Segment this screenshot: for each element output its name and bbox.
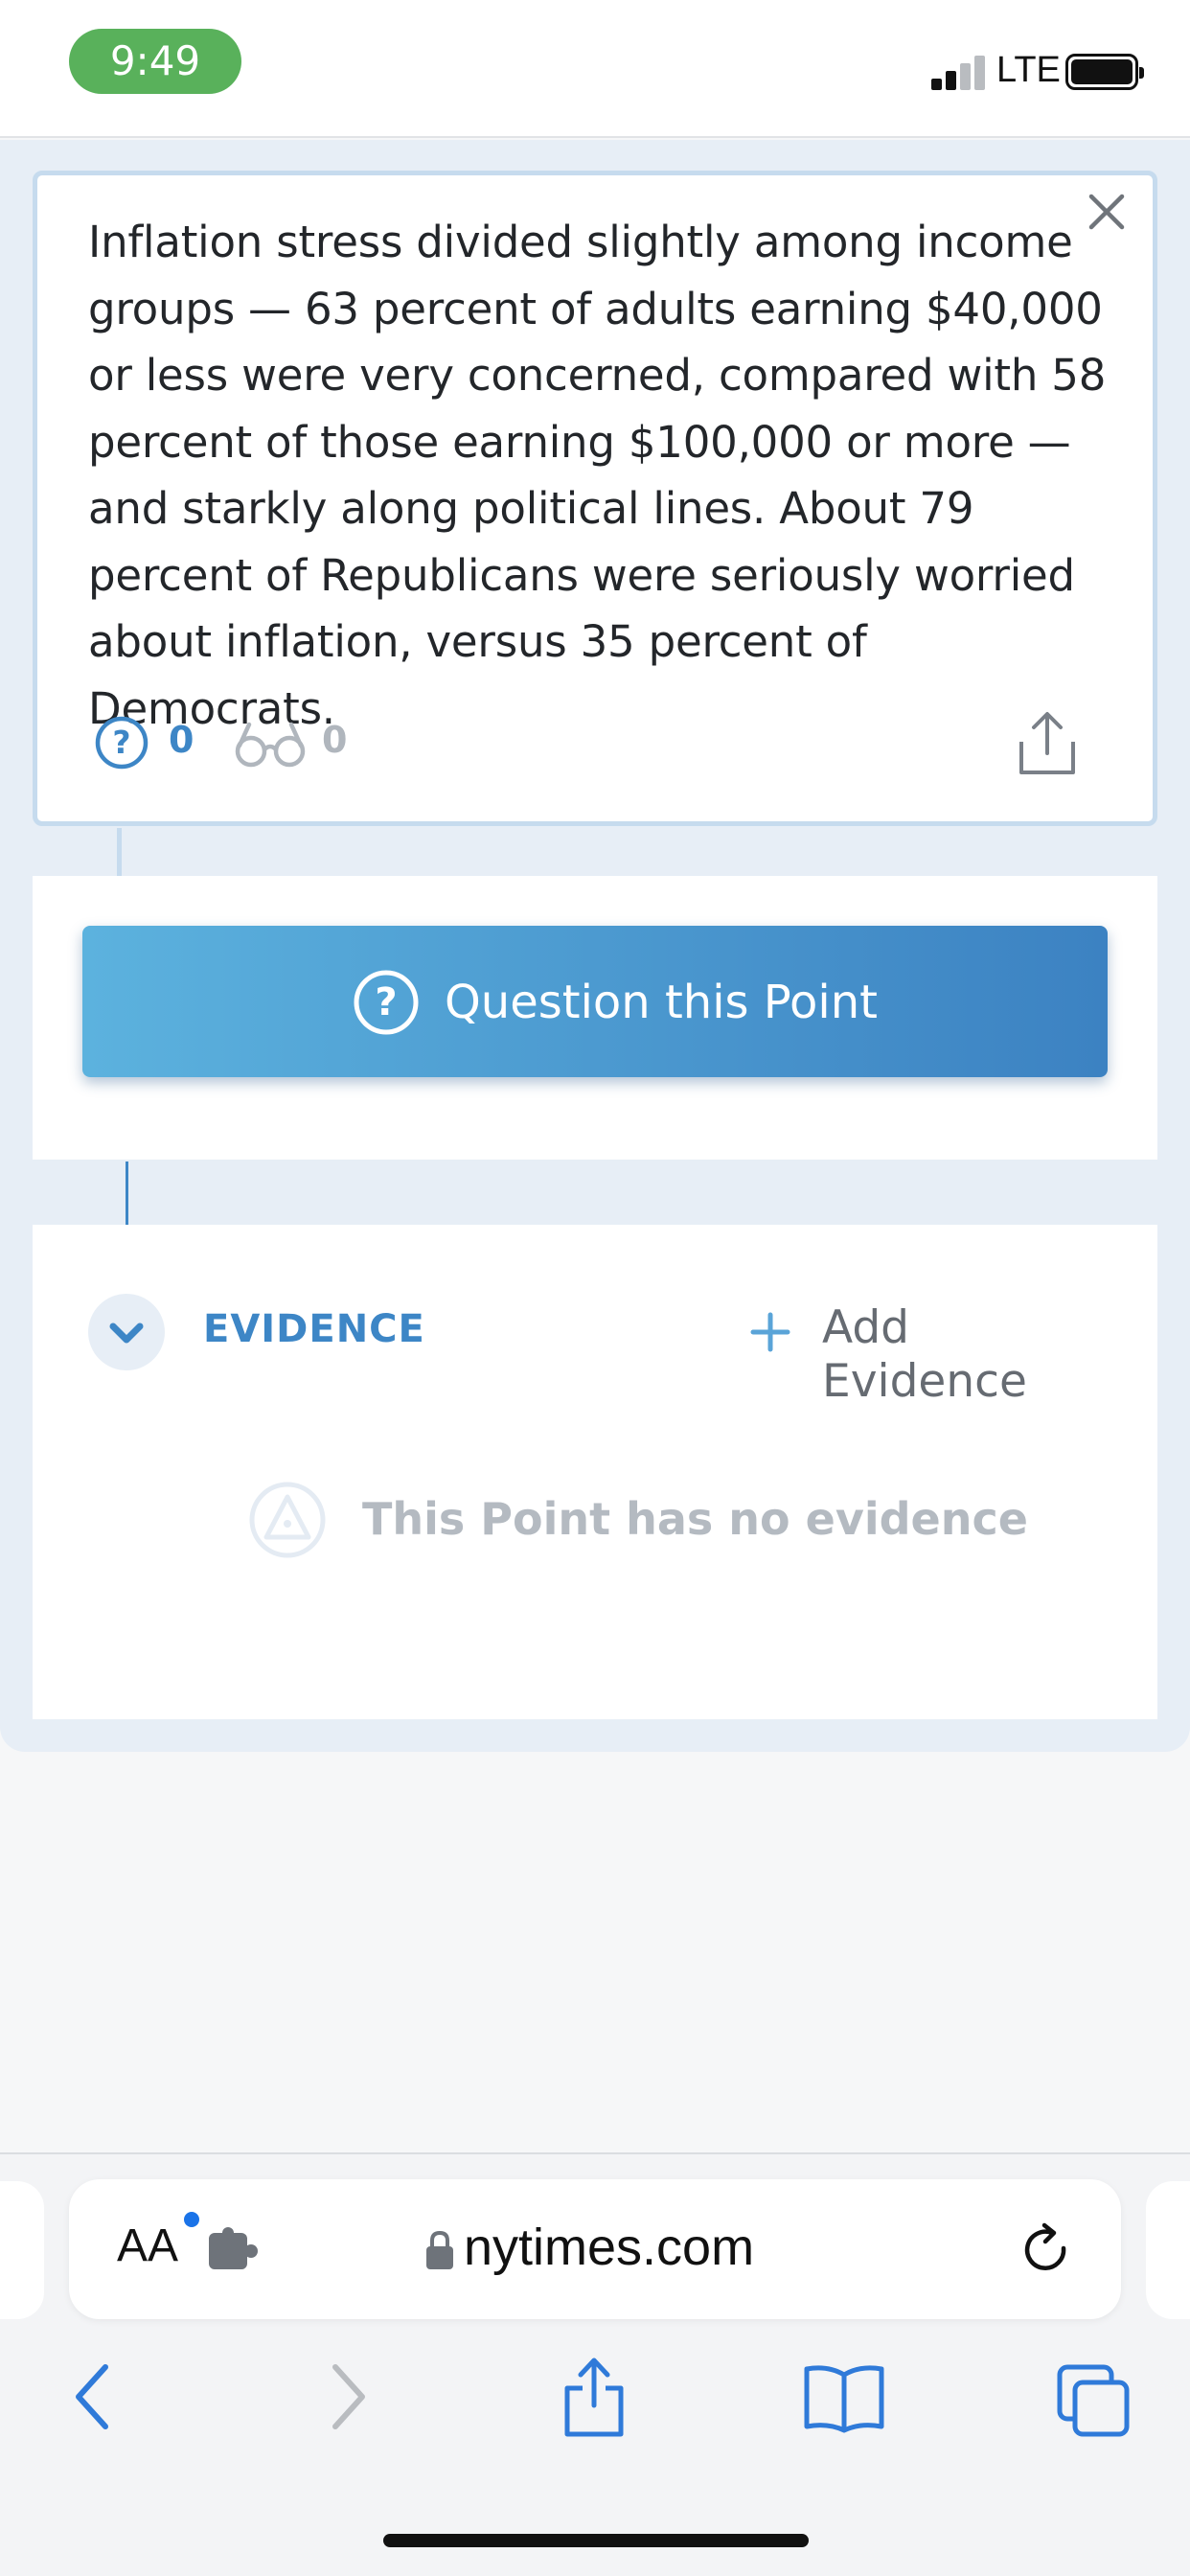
add-evidence-button[interactable]: Add Evidence — [749, 1300, 1113, 1408]
network-type: LTE — [996, 50, 1061, 90]
previous-tab-preview[interactable] — [0, 2181, 44, 2319]
point-text: Inflation stress divided slightly among … — [88, 217, 1107, 734]
svg-text:?: ? — [112, 724, 130, 761]
question-count: 0 — [169, 719, 195, 761]
reload-icon[interactable] — [1019, 2221, 1075, 2281]
evidence-toggle-button[interactable] — [88, 1294, 165, 1370]
back-chevron-icon[interactable] — [63, 2354, 121, 2440]
no-evidence-message: This Point has no evidence — [362, 1493, 1028, 1545]
plus-icon — [750, 1312, 790, 1352]
chevron-down-icon — [109, 1322, 144, 1344]
battery-icon — [1065, 54, 1144, 90]
time-pill[interactable]: 9:49 — [69, 29, 241, 94]
notification-dot — [184, 2212, 199, 2227]
add-evidence-label: Add Evidence — [822, 1301, 1027, 1408]
status-time: 9:49 — [109, 37, 201, 84]
share-icon[interactable] — [1016, 709, 1079, 778]
glasses-icon — [235, 722, 306, 768]
book-icon[interactable] — [801, 2354, 887, 2440]
evidence-icon — [249, 1482, 326, 1558]
forward-chevron-icon[interactable] — [320, 2354, 378, 2440]
connector-line — [126, 1162, 128, 1225]
evidence-heading: EVIDENCE — [203, 1307, 425, 1351]
next-tab-preview[interactable] — [1146, 2181, 1190, 2319]
view-count: 0 — [322, 719, 348, 761]
question-circle-icon[interactable]: ? — [94, 715, 149, 770]
connector-line — [117, 828, 122, 876]
home-indicator[interactable] — [383, 2534, 809, 2547]
tabs-icon[interactable] — [1054, 2354, 1134, 2440]
question-circle-icon: ? — [354, 970, 419, 1035]
reader-settings-button[interactable]: AA — [117, 2220, 178, 2272]
lock-icon — [426, 2230, 453, 2269]
svg-text:?: ? — [375, 980, 397, 1024]
question-button-label: Question this Point — [445, 976, 878, 1029]
url-text[interactable]: nytimes.com — [464, 2218, 754, 2277]
status-bar: 9:49 LTE — [0, 0, 1190, 138]
share-icon[interactable] — [560, 2354, 629, 2440]
puzzle-icon[interactable] — [207, 2227, 261, 2273]
cellular-signal-icon — [931, 56, 985, 90]
